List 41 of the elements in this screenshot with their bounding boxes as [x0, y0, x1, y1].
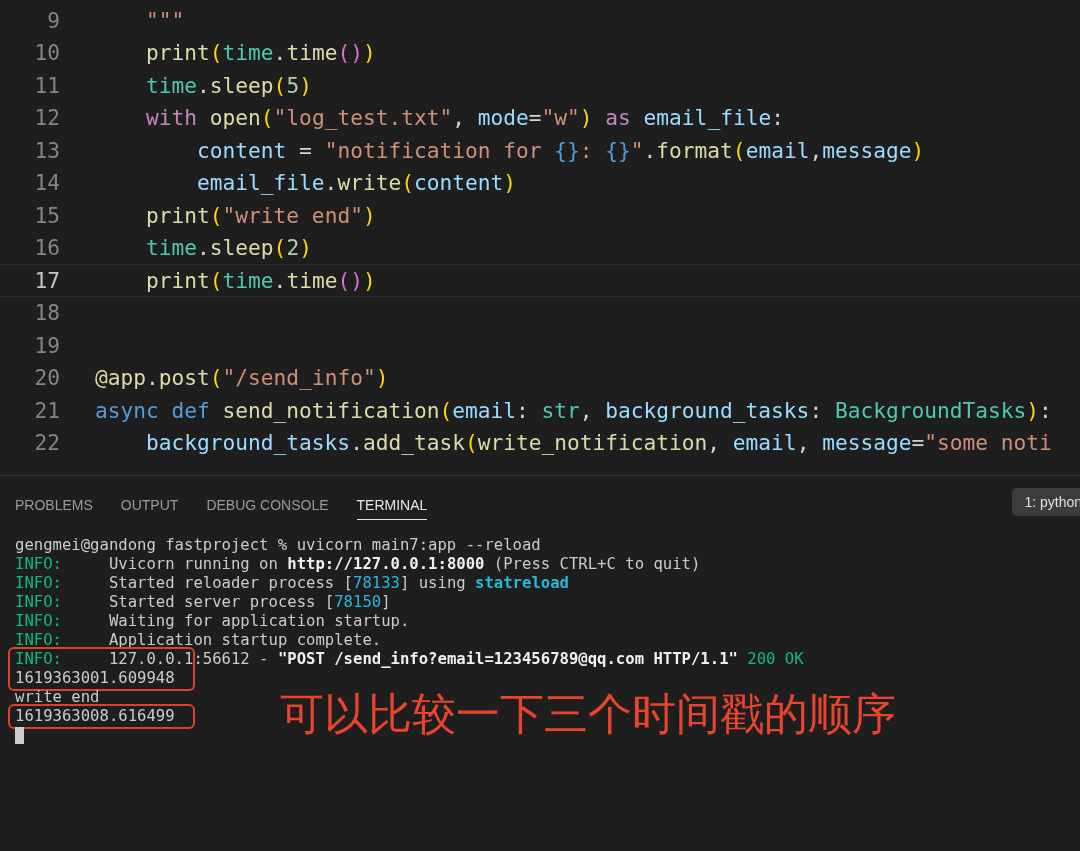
code-line: content = "notification for {}: {}".format(email,message) — [196, 137, 925, 163]
line-number: 11 — [33, 72, 60, 98]
line-number: 14 — [33, 170, 60, 196]
line-number: 21 — [33, 397, 60, 423]
panel-tab[interactable]: DEBUG CONSOLE — [206, 488, 329, 520]
terminal-line: INFO: Started reloader process [78133] using statreload — [15, 574, 569, 592]
line-number: 17 — [33, 267, 60, 293]
line-number: 9 — [46, 7, 60, 33]
code-line: print("write end") — [145, 202, 376, 228]
terminal-line: 1619363001.609948 — [15, 669, 175, 687]
line-number: 22 — [33, 430, 60, 456]
code-line: print(time.time()) — [145, 40, 376, 66]
line-number: 12 — [33, 105, 60, 131]
code-line: async def send_notification(email: str, background_tasks: BackgroundTasks): — [95, 397, 1052, 423]
line-number: 19 — [33, 332, 60, 358]
line-number: 18 — [33, 300, 60, 326]
panel-tab[interactable]: PROBLEMS — [15, 488, 93, 520]
code-line: time.sleep(5) — [145, 72, 312, 98]
line-number: 10 — [33, 40, 60, 66]
panel-tab[interactable]: TERMINAL — [356, 488, 428, 520]
terminal-line: write end — [15, 688, 100, 706]
code-line: with open("log_test.txt", mode="w") as email_file: — [145, 105, 784, 131]
terminal-line: INFO: Waiting for application startup. — [15, 612, 410, 630]
panel-tab[interactable]: OUTPUT — [120, 488, 179, 520]
terminal-line: INFO: Application startup complete. — [15, 631, 382, 649]
code-line: print(time.time()) — [145, 267, 376, 293]
terminal-line: INFO: Uvicorn running on http://127.0.0.1:8000 (Press CTRL+C to quit) — [15, 555, 701, 573]
code-line: """ — [145, 7, 185, 33]
terminal-line: INFO: Started server process [78150] — [15, 593, 391, 611]
line-number: 16 — [33, 235, 60, 261]
annotation-text: 可以比较一下三个时间戳的顺序 — [280, 688, 896, 741]
terminal-line: gengmei@gandong fastproject % uvicorn main7:app --reload — [15, 536, 541, 554]
line-number: 13 — [33, 137, 60, 163]
code-line: background_tasks.add_task(write_notification, email, message="some noti — [145, 430, 1052, 456]
code-line: email_file.write(content) — [196, 170, 516, 196]
code-line: @app.post("/send_info") — [95, 365, 389, 391]
terminal-cursor — [15, 727, 24, 744]
code-line: time.sleep(2) — [145, 235, 312, 261]
terminal-line: 1619363008.616499 — [15, 707, 175, 725]
line-number: 15 — [33, 202, 60, 228]
line-number: 20 — [33, 365, 60, 391]
